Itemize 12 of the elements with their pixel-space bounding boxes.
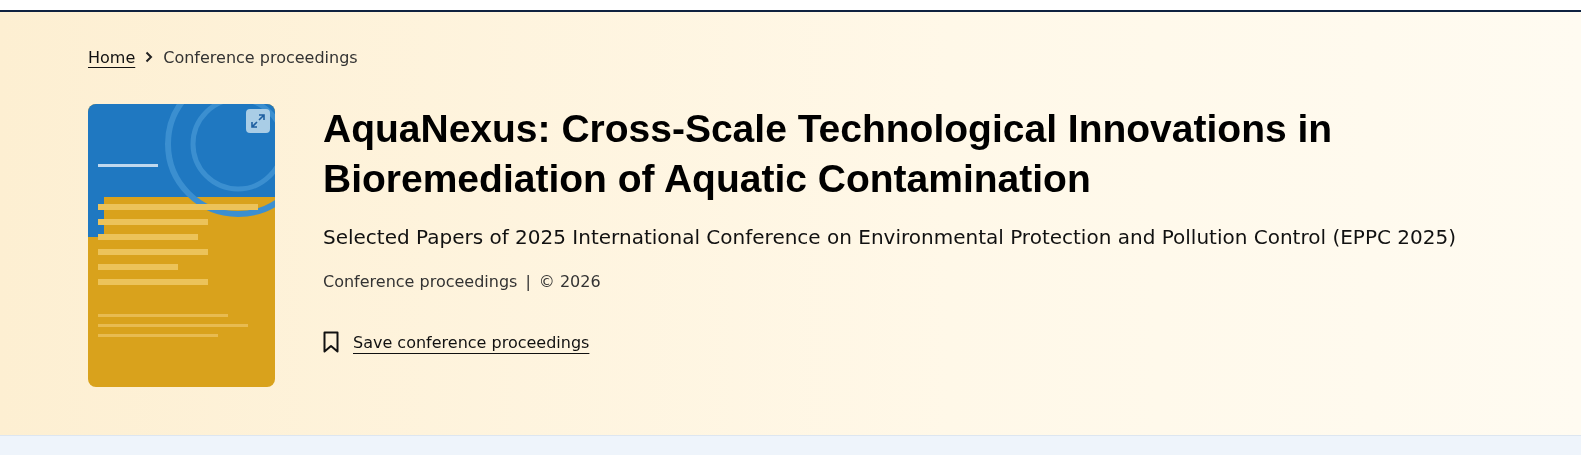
breadcrumb-current: Conference proceedings [163, 47, 358, 67]
breadcrumb-link[interactable]: Home [88, 47, 136, 67]
expand-button[interactable] [246, 109, 270, 133]
copyright-year: © 2026 [538, 272, 601, 291]
bookmark-icon [323, 331, 339, 353]
expand-icon [251, 114, 265, 128]
separator: | [525, 272, 531, 291]
save-link[interactable]: Save conference proceedings [323, 331, 590, 353]
book-subtitle: Selected Papers of 2025 International Conference on Environmental Protection and Pollution Control (EPPC 2025) [323, 224, 1457, 250]
content-type: Conference proceedings [323, 272, 518, 291]
book-title: AquaNexus: Cross-Scale Technological Innovations in Bioremediation of Aquatic Contamination [323, 106, 1334, 202]
chevron-right-icon [145, 51, 154, 63]
